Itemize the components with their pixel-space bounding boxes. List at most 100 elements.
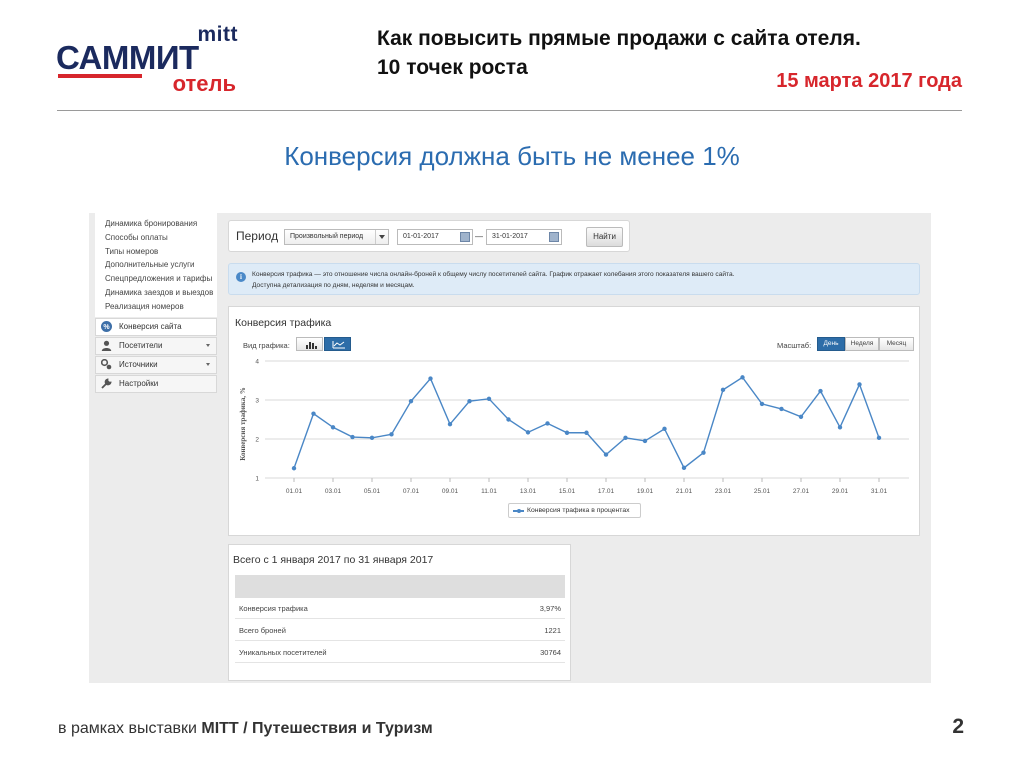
wrench-icon [101, 378, 112, 389]
data-point [759, 401, 765, 407]
slide-title-line1: Как повысить прямые продажи с сайта отел… [377, 27, 861, 50]
submenu-item-extra-services[interactable]: Дополнительные услуги [105, 258, 217, 272]
data-point [837, 425, 843, 430]
row-label: Уникальных посетителей [239, 648, 327, 657]
data-point [369, 435, 375, 441]
logo-mitt-text: mitt [197, 23, 238, 46]
x-tick-label: 15.01 [559, 488, 576, 495]
footer-prefix: в рамках выставки [58, 720, 202, 737]
data-point [681, 465, 687, 471]
table-row: Всего броней 1221 [235, 620, 565, 641]
sidebar-item-site-conversion[interactable]: % Конверсия сайта [95, 317, 217, 336]
data-point [467, 398, 472, 404]
x-tick-label: 07.01 [403, 488, 420, 495]
slide-footer: в рамках выставки MITT / Путешествия и Т… [58, 720, 433, 738]
row-value: 3,97% [539, 604, 561, 613]
table-row: Уникальных посетителей 30764 [235, 642, 565, 663]
slide-subtitle: Конверсия должна быть не менее 1% [284, 141, 740, 171]
data-point [779, 406, 784, 412]
x-tick-label: 09.01 [442, 488, 459, 495]
find-button[interactable]: Найти [586, 227, 623, 247]
row-label: Всего броней [239, 626, 286, 635]
info-text: Конверсия трафика — это отношение числа … [252, 269, 735, 291]
sidebar-item-label: Конверсия сайта [119, 322, 182, 332]
data-point [428, 376, 433, 381]
legend-swatch [513, 508, 524, 513]
data-point [603, 452, 609, 457]
period-select[interactable]: Произвольный период [284, 229, 389, 245]
sidebar-item-settings[interactable]: Настройки [95, 374, 217, 393]
date-from-value: 01-01-2017 [403, 233, 439, 240]
sidebar-item-visitors[interactable]: Посетители [95, 336, 217, 355]
logo-red-bar [58, 74, 142, 78]
data-point [408, 398, 414, 404]
footer-exhibition: MITT / Путешествия и Туризм [201, 720, 433, 737]
y-tick-label: 1 [255, 476, 259, 483]
sidebar-item-label: Посетители [119, 341, 163, 351]
data-point [584, 430, 589, 435]
submenu-item-room-types[interactable]: Типы номеров [105, 245, 217, 259]
slide-date: 15 марта 2017 года [776, 70, 962, 92]
data-point [447, 421, 453, 427]
submenu-item-room-sales[interactable]: Реализация номеров [105, 300, 217, 314]
x-tick-label: 23.01 [715, 488, 732, 495]
data-point [291, 466, 297, 471]
x-tick-label: 13.01 [520, 488, 537, 495]
data-point [857, 382, 862, 387]
y-tick-label: 3 [255, 398, 259, 405]
chevron-down-icon [206, 343, 210, 347]
date-from-input[interactable]: 01-01-2017 [397, 229, 473, 245]
sidebar-item-label: Источники [119, 360, 158, 370]
page-number: 2 [952, 715, 964, 738]
sidebar: Динамика бронирования Способы оплаты Тип… [95, 213, 217, 683]
data-point [311, 411, 316, 416]
x-tick-label: 01.01 [286, 488, 303, 495]
data-point [545, 421, 550, 426]
data-point [350, 434, 355, 440]
date-to-input[interactable]: 31-01-2017 [486, 229, 562, 245]
summary-table-header [235, 575, 565, 598]
series-line [293, 376, 880, 469]
data-point [564, 430, 570, 435]
header-divider [57, 110, 962, 111]
info-box: i Конверсия трафика — это отношение числ… [228, 263, 920, 295]
row-label: Конверсия трафика [239, 604, 308, 613]
y-tick-label: 2 [255, 437, 259, 444]
x-tick-label: 27.01 [793, 488, 810, 495]
submenu-item-booking-dynamics[interactable]: Динамика бронирования [105, 217, 217, 231]
data-point [876, 435, 882, 441]
x-tick-label: 19.01 [637, 488, 654, 495]
table-row: Конверсия трафика 3,97% [235, 598, 565, 619]
x-tick-label: 29.01 [832, 488, 849, 495]
mitt-summit-logo: mitt САММИТ отель [56, 23, 238, 96]
chevron-down-icon [375, 230, 388, 244]
calendar-icon[interactable] [549, 232, 559, 242]
period-select-value: Произвольный период [290, 233, 364, 240]
x-tick-label: 03.01 [325, 488, 342, 495]
data-point [525, 430, 531, 435]
sidebar-item-sources[interactable]: Источники [95, 355, 217, 374]
sidebar-item-label: Настройки [119, 379, 159, 389]
y-tick-label: 4 [255, 359, 259, 366]
user-icon [101, 340, 112, 352]
data-point [623, 435, 628, 441]
calendar-icon[interactable] [460, 232, 470, 242]
summary-panel: Всего с 1 января 2017 по 31 января 2017 … [228, 544, 571, 681]
traffic-conversion-chart-panel: Конверсия трафика Вид графика: Масштаб: … [228, 306, 920, 536]
submenu-item-checkin-dynamics[interactable]: Динамика заездов и выездов [105, 286, 217, 300]
submenu-item-special-offers[interactable]: Спецпредложения и тарифы [105, 272, 217, 286]
summary-title: Всего с 1 января 2017 по 31 января 2017 [233, 554, 434, 566]
chart-legend[interactable]: Конверсия трафика в процентах [508, 503, 641, 518]
row-value: 1221 [544, 626, 561, 635]
data-point [818, 388, 823, 394]
x-tick-label: 21.01 [676, 488, 693, 495]
x-tick-label: 11.01 [481, 488, 497, 495]
data-point [662, 426, 667, 432]
percent-icon: % [101, 321, 112, 333]
sidebar-submenu: Динамика бронирования Способы оплаты Тип… [95, 213, 217, 317]
date-to-value: 31-01-2017 [492, 233, 528, 240]
data-point [389, 432, 394, 437]
x-tick-label: 05.01 [364, 488, 381, 495]
info-text-line2: Доступна детализация по дням, неделям и … [252, 282, 415, 289]
submenu-item-payment-methods[interactable]: Способы оплаты [105, 231, 217, 245]
